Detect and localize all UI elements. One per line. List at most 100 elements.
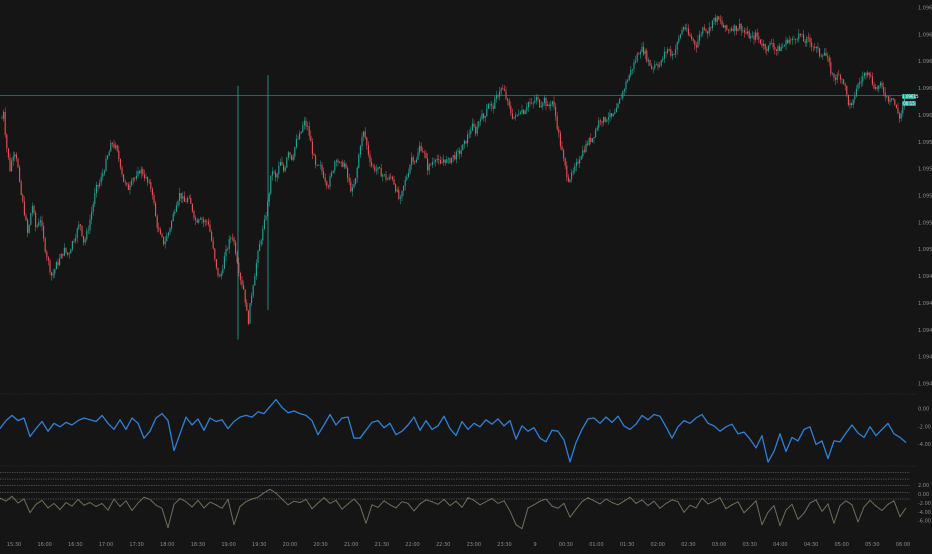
trading-chart[interactable]: 1.09680 1.09660 1.09640 1.09620 1.09600 1.095…	[0, 0, 932, 550]
candle-body	[292, 156, 294, 160]
candle-body	[580, 156, 582, 160]
candle-body	[771, 42, 773, 44]
candle-body	[39, 220, 41, 223]
candle-body	[55, 262, 57, 270]
x-tick-label: 23:30	[497, 542, 511, 548]
candle-body	[593, 136, 595, 139]
candle-body	[799, 33, 801, 36]
candle-body	[555, 106, 557, 117]
candle-body	[311, 141, 313, 154]
candle-body	[276, 174, 278, 178]
candle-body	[343, 163, 345, 167]
candle-body	[822, 55, 824, 57]
candle-body	[839, 75, 841, 80]
candle-body	[241, 279, 243, 286]
candle-body	[620, 98, 622, 99]
candle-body	[564, 158, 566, 166]
x-tick-label: 9	[534, 542, 537, 548]
osc2-point	[95, 506, 97, 508]
candle-body	[187, 198, 189, 203]
candle-body	[835, 77, 837, 80]
candle-body	[271, 171, 273, 176]
candle-body	[281, 161, 283, 166]
candle-body	[159, 229, 161, 235]
osc2-point	[251, 498, 253, 500]
candle-body	[233, 237, 235, 243]
candle-body	[601, 121, 603, 123]
candle-body	[535, 97, 537, 101]
candle-body	[827, 56, 829, 58]
candle-body	[806, 37, 808, 43]
candle-body	[803, 34, 805, 42]
x-tick-label: 21:00	[344, 542, 358, 548]
candle-body	[73, 241, 75, 242]
candle-body	[420, 145, 422, 151]
candle-body	[902, 106, 904, 114]
candle-body	[439, 160, 441, 164]
candle-body	[457, 150, 459, 152]
candle-body	[647, 60, 649, 62]
candle-body	[383, 174, 385, 175]
candle-body	[881, 82, 883, 87]
candle-body	[438, 159, 440, 161]
candle-body	[131, 180, 133, 186]
candle-body	[108, 151, 110, 156]
candle-body	[132, 178, 134, 181]
candle-body	[873, 84, 875, 89]
candle-body	[455, 151, 457, 160]
candle-body	[542, 102, 544, 106]
candle-body	[652, 68, 654, 69]
candle-body	[358, 154, 360, 168]
candle-body	[484, 116, 486, 119]
candle-body	[340, 161, 342, 163]
candle-body	[708, 27, 710, 34]
osc2-point	[815, 499, 817, 501]
candle-body	[78, 224, 80, 229]
candle-body	[356, 167, 358, 179]
candle-body	[491, 104, 493, 106]
candle-body	[649, 60, 651, 66]
candle-body	[195, 218, 197, 220]
candle-body	[46, 251, 48, 258]
candle-body	[697, 40, 699, 48]
candle-body	[742, 30, 744, 31]
candle-body	[286, 157, 288, 168]
candle-body	[201, 218, 203, 220]
candle-body	[567, 177, 569, 182]
candle-body	[295, 139, 297, 148]
candle-body	[199, 218, 201, 220]
osc2-point	[35, 503, 37, 505]
x-tick-label: 18:00	[160, 542, 174, 548]
candle-body	[489, 104, 491, 105]
candle-body	[793, 38, 795, 40]
candle-body	[494, 98, 496, 109]
candle-body	[547, 104, 549, 107]
candle-body	[539, 99, 541, 108]
chart-canvas[interactable]: 1.09680 1.09660 1.09640 1.09620 1.09600 1.095…	[0, 0, 932, 550]
candle-body	[7, 148, 9, 158]
candle-body	[630, 70, 632, 76]
candle-body	[262, 228, 264, 241]
candle-body	[167, 232, 169, 236]
candle-body	[399, 197, 401, 199]
candle-body	[479, 119, 481, 122]
candle-body	[9, 157, 11, 172]
osc2-point	[563, 502, 565, 504]
candle-body	[172, 213, 174, 222]
candle-body	[388, 176, 390, 180]
candle-body	[44, 238, 46, 252]
candle-body	[107, 155, 109, 159]
candle-body	[158, 227, 160, 230]
candle-body	[65, 247, 67, 253]
candle-body	[147, 177, 149, 183]
candle-body	[355, 178, 357, 184]
candle-body	[721, 20, 723, 25]
candle-body	[766, 49, 768, 51]
osc2-point	[23, 498, 25, 500]
candle-body	[814, 47, 816, 49]
candle-body	[155, 202, 157, 217]
candle-body	[443, 159, 445, 163]
candle-body	[723, 24, 725, 28]
osc2-point	[359, 505, 361, 507]
candle-body	[753, 35, 755, 40]
